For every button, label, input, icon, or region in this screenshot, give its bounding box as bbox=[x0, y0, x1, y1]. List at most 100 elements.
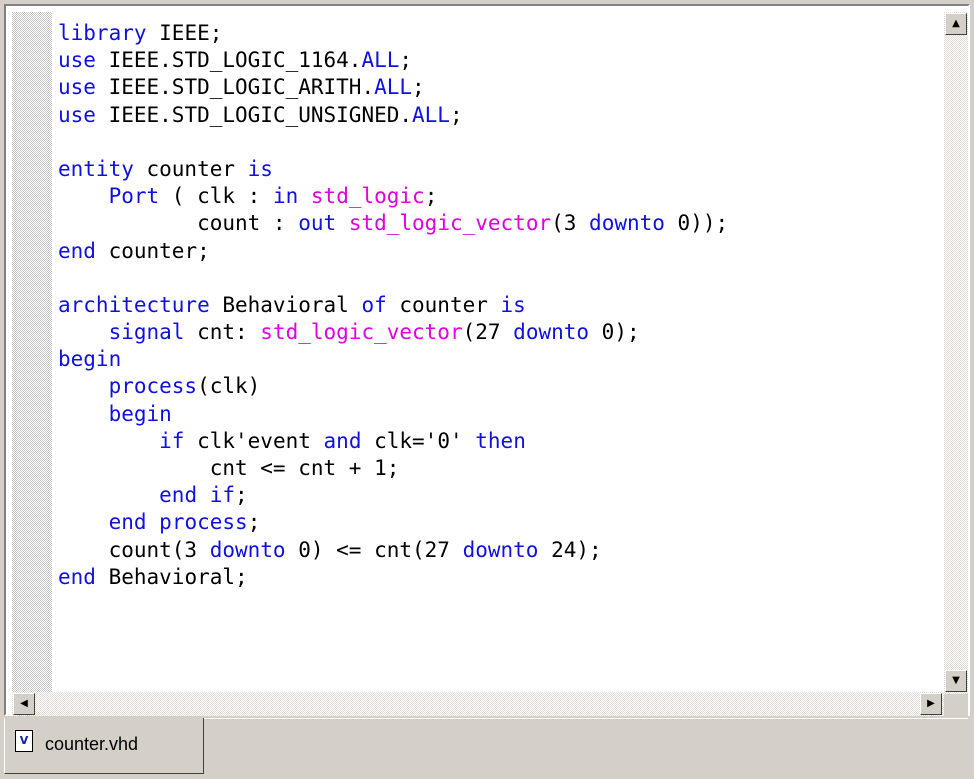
code-token: count : bbox=[58, 211, 299, 236]
keyword-token: end bbox=[159, 483, 198, 508]
code-token: counter bbox=[386, 292, 501, 317]
code-token: counter; bbox=[95, 238, 210, 263]
code-token: ; bbox=[424, 184, 438, 209]
editor-window: library IEEE; use IEEE.STD_LOGIC_1164.ALL… bbox=[0, 0, 974, 779]
tab-label: counter.vhd bbox=[45, 734, 139, 754]
editor-gutter bbox=[12, 12, 52, 692]
code-token: cnt <= cnt + 1; bbox=[58, 456, 400, 480]
keyword-token: downto bbox=[209, 537, 286, 562]
keyword-token: end bbox=[108, 510, 147, 535]
vertical-scrollbar[interactable]: ▲ ▼ bbox=[944, 12, 968, 694]
code-editor[interactable]: library IEEE; use IEEE.STD_LOGIC_1164.ALL… bbox=[58, 20, 928, 674]
scroll-right-button[interactable]: ▶ bbox=[920, 693, 942, 715]
tab-bar-divider bbox=[204, 718, 968, 719]
scroll-up-button[interactable]: ▲ bbox=[945, 13, 967, 35]
keyword-token: use bbox=[58, 48, 96, 73]
code-token: ; bbox=[235, 483, 248, 508]
type-token: std_logic bbox=[310, 184, 425, 209]
keyword-token: process bbox=[108, 374, 198, 399]
keyword-token: in bbox=[272, 184, 299, 209]
code-line: end Behavioral; bbox=[58, 564, 928, 591]
code-line: process(clk) bbox=[58, 373, 928, 400]
vhdl-file-icon: V bbox=[15, 730, 33, 752]
code-token: Behavioral; bbox=[95, 564, 248, 589]
code-token: counter bbox=[133, 156, 248, 181]
code-line: signal cnt: std_logic_vector(27 downto 0… bbox=[58, 319, 928, 346]
keyword-token: process bbox=[159, 510, 248, 535]
code-line: end process; bbox=[58, 509, 928, 536]
scroll-down-button[interactable]: ▼ bbox=[945, 670, 967, 692]
code-token: IEEE.STD_LOGIC_UNSIGNED. bbox=[95, 102, 413, 127]
keyword-token: end bbox=[58, 564, 96, 589]
keyword-token: begin bbox=[58, 347, 122, 372]
code-token: 0)); bbox=[664, 211, 729, 236]
scrollbar-corner bbox=[944, 694, 968, 716]
keyword-token: use bbox=[58, 75, 96, 100]
code-line: begin bbox=[58, 346, 928, 373]
code-token: IEEE.STD_LOGIC_ARITH. bbox=[95, 75, 375, 100]
code-line: use IEEE.STD_LOGIC_UNSIGNED.ALL; bbox=[58, 102, 928, 129]
tab-counter-vhd[interactable]: V counter.vhd bbox=[4, 718, 204, 774]
keyword-token: architecture bbox=[58, 292, 210, 317]
type-token: std_logic_vector bbox=[260, 320, 463, 345]
keyword-token: ALL bbox=[412, 102, 450, 127]
keyword-token: library bbox=[58, 21, 147, 45]
code-token: ; bbox=[449, 102, 463, 127]
code-line: count : out std_logic_vector(3 downto 0)… bbox=[58, 210, 928, 237]
code-line: count(3 downto 0) <= cnt(27 downto 24); bbox=[58, 537, 928, 564]
keyword-token: if bbox=[209, 483, 236, 508]
code-line: begin bbox=[58, 401, 928, 428]
keyword-token: if bbox=[159, 428, 185, 453]
code-line: entity counter is bbox=[58, 156, 928, 183]
scroll-left-button[interactable]: ◀ bbox=[13, 693, 35, 715]
code-token: cnt: bbox=[184, 320, 261, 345]
code-token: (3 bbox=[551, 211, 590, 236]
keyword-token: downto bbox=[589, 211, 665, 236]
code-token: count(3 bbox=[58, 537, 210, 562]
keyword-token: of bbox=[361, 292, 387, 317]
keyword-token: is bbox=[500, 292, 526, 317]
keyword-token: ALL bbox=[361, 48, 400, 73]
code-token: 0); bbox=[589, 320, 640, 345]
code-line: use IEEE.STD_LOGIC_ARITH.ALL; bbox=[58, 74, 928, 101]
code-token: Behavioral bbox=[209, 292, 362, 317]
keyword-token: and bbox=[323, 428, 362, 453]
horizontal-scrollbar[interactable]: ◀ ▶ bbox=[12, 692, 944, 716]
keyword-token: entity bbox=[58, 156, 134, 181]
code-line: end counter; bbox=[58, 238, 928, 265]
code-token: clk='0' bbox=[361, 428, 476, 453]
keyword-token: then bbox=[475, 428, 526, 453]
code-line: cnt <= cnt + 1; bbox=[58, 455, 928, 482]
keyword-token: use bbox=[58, 102, 96, 127]
code-line: end if; bbox=[58, 482, 928, 509]
keyword-token: downto bbox=[513, 320, 590, 345]
keyword-token: downto bbox=[462, 537, 539, 562]
type-token: std_logic_vector bbox=[348, 211, 552, 236]
code-token: 0) <= cnt(27 bbox=[285, 537, 463, 562]
keyword-token: signal bbox=[108, 320, 185, 345]
code-token: ; bbox=[412, 75, 425, 100]
code-token: (27 bbox=[462, 320, 514, 345]
code-token: (clk) bbox=[197, 374, 261, 399]
code-line: use IEEE.STD_LOGIC_1164.ALL; bbox=[58, 47, 928, 74]
keyword-token: is bbox=[247, 156, 273, 181]
code-token: IEEE.STD_LOGIC_1164. bbox=[95, 48, 362, 73]
keyword-token: Port bbox=[108, 184, 160, 209]
code-line: architecture Behavioral of counter is bbox=[58, 292, 928, 319]
keyword-token: out bbox=[298, 211, 337, 236]
tab-bar: V counter.vhd bbox=[0, 718, 974, 779]
code-token: ; bbox=[399, 48, 413, 73]
keyword-token: ALL bbox=[374, 75, 413, 100]
